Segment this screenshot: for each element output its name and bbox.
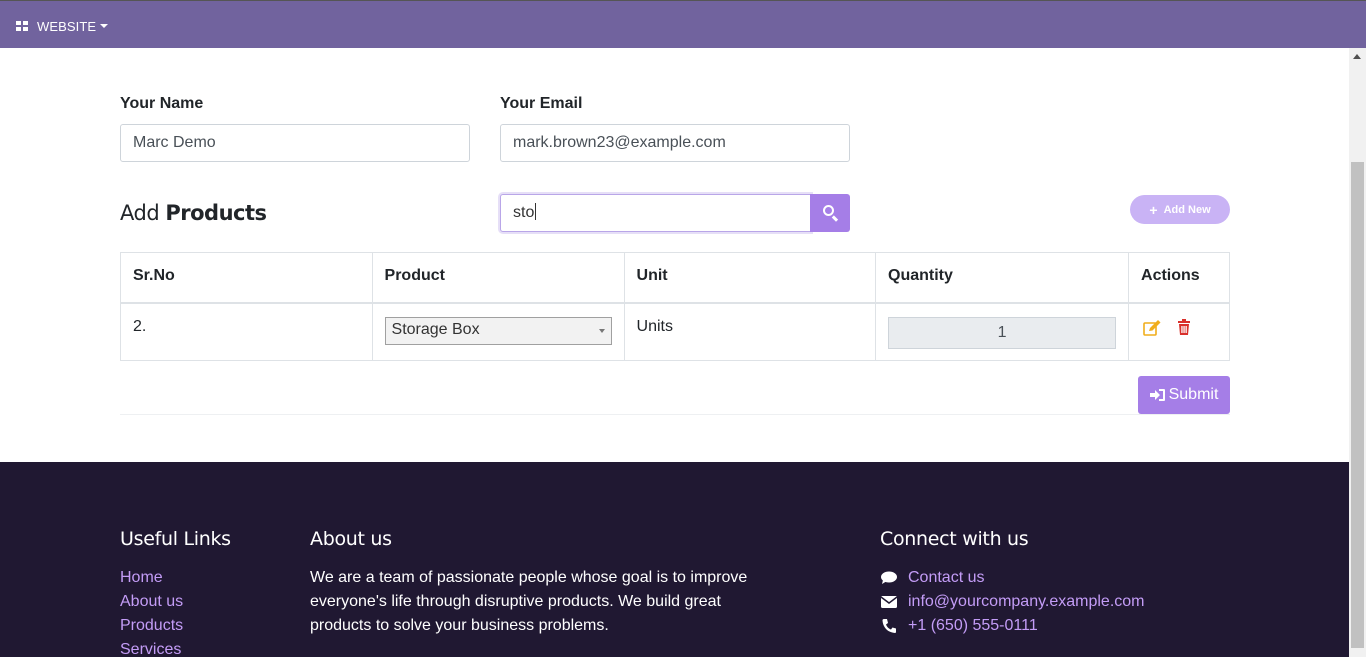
page-scrollbar[interactable]	[1349, 48, 1366, 657]
product-select[interactable]: Storage Box	[384, 316, 612, 345]
add-new-label: Add New	[1163, 203, 1211, 216]
column-header-srno: Sr.No	[120, 252, 373, 303]
quantity-input[interactable]: 1	[888, 316, 1117, 349]
email-input[interactable]: mark.brown23@example.com	[500, 124, 850, 162]
column-header-product: Product	[371, 252, 625, 303]
useful-links-title: Useful Links	[120, 528, 231, 550]
email-row: info@yourcompany.example.com	[880, 593, 1145, 611]
name-label: Your Name	[120, 95, 204, 112]
about-us-title: About us	[310, 528, 392, 550]
contact-us-link[interactable]: Contact us	[908, 569, 984, 587]
table-footer-row	[120, 360, 1230, 415]
row-unit: Units	[623, 302, 877, 361]
website-menu[interactable]: WEBSITE	[16, 18, 109, 34]
submit-button[interactable]: Submit	[1138, 376, 1230, 414]
phone-row: +1 (650) 555-0111	[880, 617, 1038, 635]
column-header-unit: Unit	[623, 252, 877, 303]
search-button[interactable]	[810, 194, 850, 232]
footer-link-products[interactable]: Products	[120, 617, 183, 635]
email-link[interactable]: info@yourcompany.example.com	[908, 593, 1145, 611]
top-navbar: WEBSITE	[0, 0, 1366, 48]
grid-icon	[16, 20, 28, 32]
name-input[interactable]: Marc Demo	[120, 124, 470, 162]
envelope-icon	[880, 594, 900, 610]
row-actions	[1128, 302, 1230, 361]
table-row: 2. Storage Box Units 1	[120, 302, 1230, 361]
product-search: sto	[500, 194, 850, 232]
footer-link-about[interactable]: About us	[120, 593, 183, 611]
site-footer: Useful Links Home About us Products Serv…	[0, 462, 1349, 659]
column-header-actions: Actions	[1128, 252, 1230, 303]
website-menu-label: WEBSITE	[37, 18, 97, 34]
heading-bold: Products	[165, 201, 267, 225]
phone-icon	[880, 618, 900, 634]
sign-in-icon	[1149, 389, 1165, 401]
connect-title: Connect with us	[880, 528, 1029, 550]
row-action-icons	[1143, 318, 1191, 336]
delete-icon[interactable]	[1178, 318, 1191, 335]
scroll-thumb[interactable]	[1351, 162, 1364, 648]
product-search-value: sto	[513, 204, 535, 221]
plus-icon: +	[1149, 201, 1158, 218]
heading-prefix: Add	[120, 201, 160, 225]
select-arrow-icon	[598, 328, 605, 333]
products-table: Sr.No Product Unit Quantity Actions 2. S…	[120, 252, 1230, 361]
about-us-text: We are a team of passionate people whose…	[310, 569, 748, 634]
search-icon	[823, 205, 834, 216]
phone-link[interactable]: +1 (650) 555-0111	[908, 617, 1038, 635]
product-select-value: Storage Box	[391, 320, 480, 338]
add-products-heading: Add Products	[120, 201, 267, 225]
product-search-input[interactable]: sto	[500, 194, 811, 232]
add-new-button[interactable]: + Add New	[1130, 195, 1230, 224]
edit-icon[interactable]	[1143, 319, 1161, 336]
row-srno: 2.	[120, 302, 373, 361]
row-quantity-cell: 1	[875, 302, 1130, 361]
footer-link-home[interactable]: Home	[120, 569, 163, 587]
table-header-row: Sr.No Product Unit Quantity Actions	[120, 252, 1230, 303]
comment-icon	[880, 570, 900, 586]
scroll-up-arrow-icon[interactable]	[1353, 54, 1361, 59]
contact-row: Contact us	[880, 569, 984, 587]
footer-link-services[interactable]: Services	[120, 641, 181, 659]
column-header-quantity: Quantity	[875, 252, 1130, 303]
email-label: Your Email	[500, 95, 583, 112]
caret-down-icon	[100, 24, 109, 28]
submit-label: Submit	[1168, 386, 1219, 403]
row-product-cell: Storage Box	[371, 302, 625, 361]
